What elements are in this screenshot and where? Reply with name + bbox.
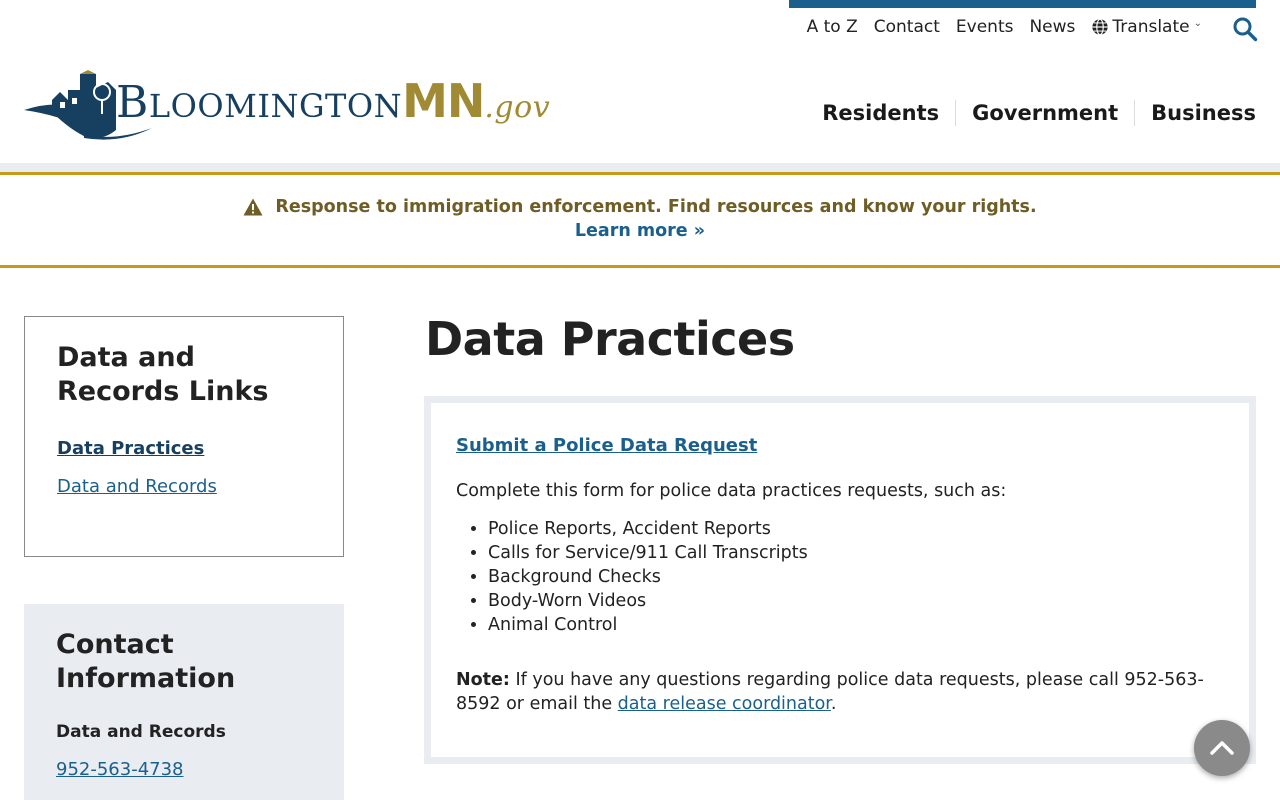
translate-label: Translate — [1112, 17, 1190, 37]
search-icon — [1233, 17, 1258, 42]
list-item: Body-Worn Videos — [488, 589, 1224, 613]
police-request-card: Submit a Police Data Request Complete th… — [424, 396, 1256, 764]
sidebar-links-heading: Data and Records Links — [57, 342, 269, 407]
search-button[interactable] — [1232, 16, 1258, 42]
logo-text-mn: MN — [402, 74, 485, 128]
sidebar-links-box: Data and Records Links Data Practices Da… — [24, 316, 344, 557]
contact-department: Data and Records — [56, 722, 226, 742]
note-label: Note: — [456, 670, 510, 690]
police-data-request-link[interactable]: Submit a Police Data Request — [456, 435, 757, 456]
alert-banner: Response to immigration enforcement. Fin… — [0, 172, 1280, 268]
utility-link-contact[interactable]: Contact — [874, 17, 940, 37]
utility-link-news[interactable]: News — [1029, 17, 1075, 37]
contact-heading: Contact Information — [56, 629, 236, 694]
main-nav: Residents Government Business — [822, 100, 1256, 126]
logo-text-loomington: LOOMINGTON — [148, 87, 403, 125]
utility-link-a-to-z[interactable]: A to Z — [807, 17, 858, 37]
chevron-down-icon: ⌄ — [1193, 17, 1202, 29]
list-item: Background Checks — [488, 565, 1224, 589]
logo-wordmark: BLOOMINGTONMN.gov — [116, 74, 550, 128]
back-to-top-button[interactable] — [1194, 720, 1250, 776]
sidebar-link-data-practices[interactable]: Data Practices — [57, 438, 311, 459]
data-release-coordinator-link[interactable]: data release coordinator — [618, 694, 831, 714]
utility-bar-accent — [789, 0, 1256, 8]
globe-icon — [1092, 18, 1109, 36]
request-type-list: Police Reports, Accident Reports Calls f… — [456, 517, 1224, 637]
alert-message: Response to immigration enforcement. Fin… — [275, 197, 1037, 217]
sidebar-link-data-and-records[interactable]: Data and Records — [57, 476, 311, 497]
note-end: . — [830, 694, 837, 714]
utility-link-events[interactable]: Events — [956, 17, 1014, 37]
alert-learn-more-link[interactable]: Learn more » — [575, 221, 705, 241]
sidebar-contact-box: Contact Information Data and Records 952… — [24, 604, 344, 800]
request-intro: Complete this form for police data pract… — [456, 481, 1007, 501]
list-item: Police Reports, Accident Reports — [488, 517, 1224, 541]
warning-icon — [243, 198, 263, 216]
chevron-up-icon — [1210, 741, 1234, 755]
logo-letter-b: B — [116, 77, 149, 128]
list-item: Animal Control — [488, 613, 1224, 637]
list-item: Calls for Service/911 Call Transcripts — [488, 541, 1224, 565]
main-nav-government[interactable]: Government — [955, 100, 1134, 126]
main-nav-residents[interactable]: Residents — [822, 100, 955, 126]
request-note: Note: If you have any questions regardin… — [456, 668, 1224, 716]
utility-nav: A to Z Contact Events News Translate ⌄ — [807, 14, 1202, 40]
translate-dropdown[interactable]: Translate ⌄ — [1091, 17, 1202, 37]
logo-text-gov: .gov — [484, 90, 551, 125]
site-logo[interactable]: BLOOMINGTONMN.gov — [24, 70, 550, 142]
alert-line: Response to immigration enforcement. Fin… — [0, 197, 1280, 217]
main-nav-business[interactable]: Business — [1134, 100, 1256, 126]
police-request-card-body: Submit a Police Data Request Complete th… — [431, 403, 1249, 757]
page-title: Data Practices — [425, 312, 795, 366]
header-divider — [0, 163, 1280, 172]
contact-phone-link[interactable]: 952-563-4738 — [56, 759, 312, 780]
